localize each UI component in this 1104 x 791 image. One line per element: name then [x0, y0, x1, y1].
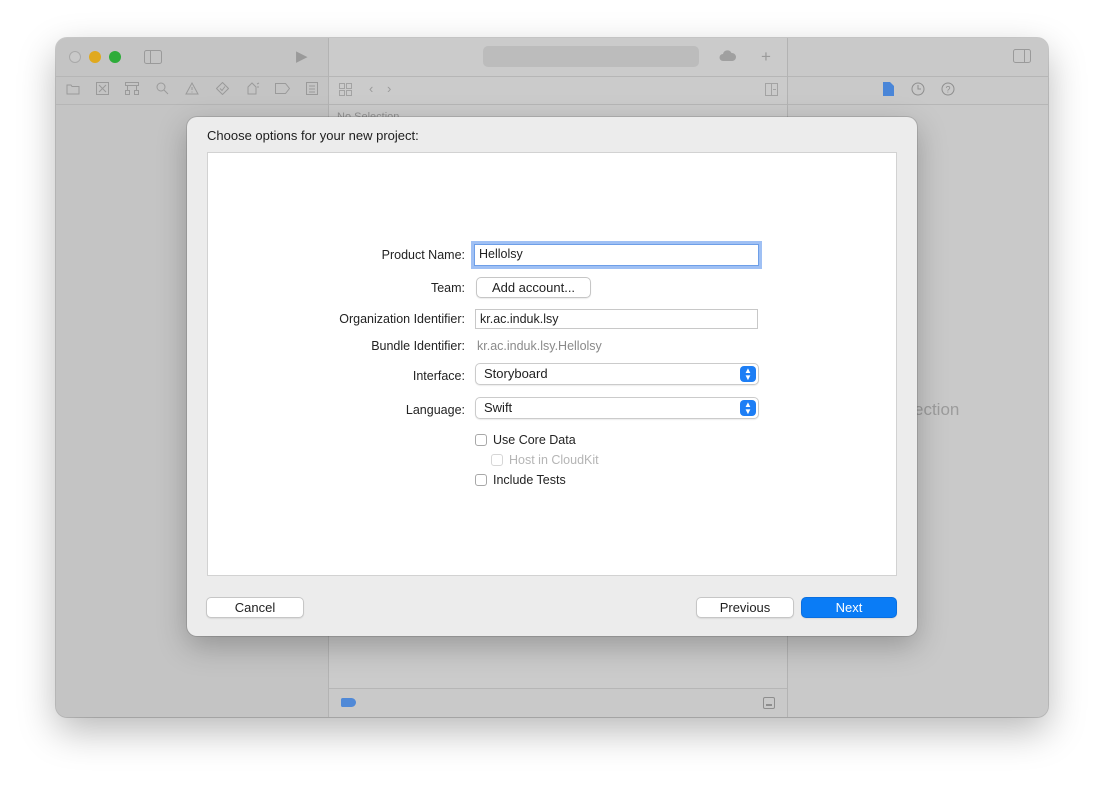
cancel-button[interactable]: Cancel: [206, 597, 304, 618]
debug-bar: [329, 688, 787, 717]
bundle-identifier-label: Bundle Identifier:: [371, 339, 465, 353]
test-icon[interactable]: [215, 81, 230, 97]
breakpoint-icon[interactable]: [275, 83, 291, 96]
editor-toolbar: +: [329, 38, 787, 77]
symbol-icon[interactable]: [125, 82, 139, 97]
chevron-up-down-icon: ▲ ▼: [740, 366, 756, 382]
inspector-toggle-icon[interactable]: [1013, 49, 1031, 65]
navigator-selector-bar: [56, 76, 328, 105]
source-control-icon[interactable]: [96, 82, 109, 97]
split-editor-icon[interactable]: [765, 83, 778, 98]
organization-identifier-field[interactable]: kr.ac.induk.lsy: [475, 309, 758, 329]
chevron-left-icon[interactable]: ‹: [369, 82, 373, 95]
bundle-identifier-value: kr.ac.induk.lsy.Hellolsy: [477, 339, 602, 353]
folder-icon[interactable]: [66, 83, 80, 97]
checkbox-box: [491, 454, 503, 466]
sheet-title: Choose options for your new project:: [207, 128, 419, 143]
left-toolbar: ▶: [56, 38, 328, 77]
jump-bar: ‹ ›: [329, 76, 787, 105]
language-popup[interactable]: Swift ▲ ▼: [475, 397, 759, 419]
checkbox-box[interactable]: [475, 474, 487, 486]
interface-popup-value: Storyboard: [484, 366, 548, 381]
chevron-up-down-icon: ▲ ▼: [740, 400, 756, 416]
zoom-window-button[interactable]: [109, 51, 121, 63]
new-project-options-sheet: Choose options for your new project: Pro…: [187, 117, 917, 636]
chevron-right-icon[interactable]: ›: [387, 82, 391, 95]
svg-text:?: ?: [945, 85, 950, 95]
close-window-button[interactable]: [69, 51, 81, 63]
debug-icon[interactable]: [245, 82, 260, 97]
language-popup-value: Swift: [484, 400, 513, 415]
interface-label: Interface:: [412, 369, 465, 383]
organization-identifier-label: Organization Identifier:: [339, 312, 465, 326]
use-core-data-label: Use Core Data: [493, 433, 576, 447]
search-icon[interactable]: [156, 82, 169, 97]
previous-button[interactable]: Previous: [696, 597, 794, 618]
console-toggle-icon[interactable]: [763, 697, 775, 709]
product-name-label: Product Name:: [381, 248, 465, 262]
activity-view: [483, 46, 699, 67]
file-inspector-icon[interactable]: [883, 82, 894, 98]
run-icon[interactable]: ▶: [296, 49, 308, 64]
interface-popup[interactable]: Storyboard ▲ ▼: [475, 363, 759, 385]
sidebar-toggle-icon[interactable]: [144, 50, 162, 66]
product-name-field[interactable]: Hellolsy: [474, 244, 759, 266]
include-tests-label: Include Tests: [493, 473, 566, 487]
add-icon[interactable]: +: [761, 48, 771, 65]
team-label: Team:: [430, 281, 465, 295]
warning-icon[interactable]: [185, 81, 199, 97]
inspector-selector-bar: ?: [788, 76, 1048, 105]
minimize-window-button[interactable]: [89, 51, 101, 63]
history-icon[interactable]: [911, 82, 925, 98]
inspector-toolbar: [788, 38, 1048, 77]
host-in-cloudkit-label: Host in CloudKit: [509, 453, 599, 467]
grid-icon[interactable]: [339, 83, 352, 98]
next-button[interactable]: Next: [801, 597, 897, 618]
use-core-data-checkbox[interactable]: Use Core Data: [475, 433, 576, 447]
report-icon[interactable]: [306, 82, 318, 97]
include-tests-checkbox[interactable]: Include Tests: [475, 473, 566, 487]
help-icon[interactable]: ?: [941, 82, 955, 98]
language-label: Language:: [405, 403, 465, 417]
inspector-no-selection-text: ection: [914, 400, 960, 419]
options-form: Product Name: Hellolsy Team: Add account…: [207, 152, 897, 576]
checkbox-box[interactable]: [475, 434, 487, 446]
breakpoints-toggle-icon[interactable]: [341, 698, 356, 707]
add-account-button[interactable]: Add account...: [476, 277, 591, 298]
host-in-cloudkit-checkbox: Host in CloudKit: [491, 453, 599, 467]
cloud-icon[interactable]: [719, 50, 737, 64]
